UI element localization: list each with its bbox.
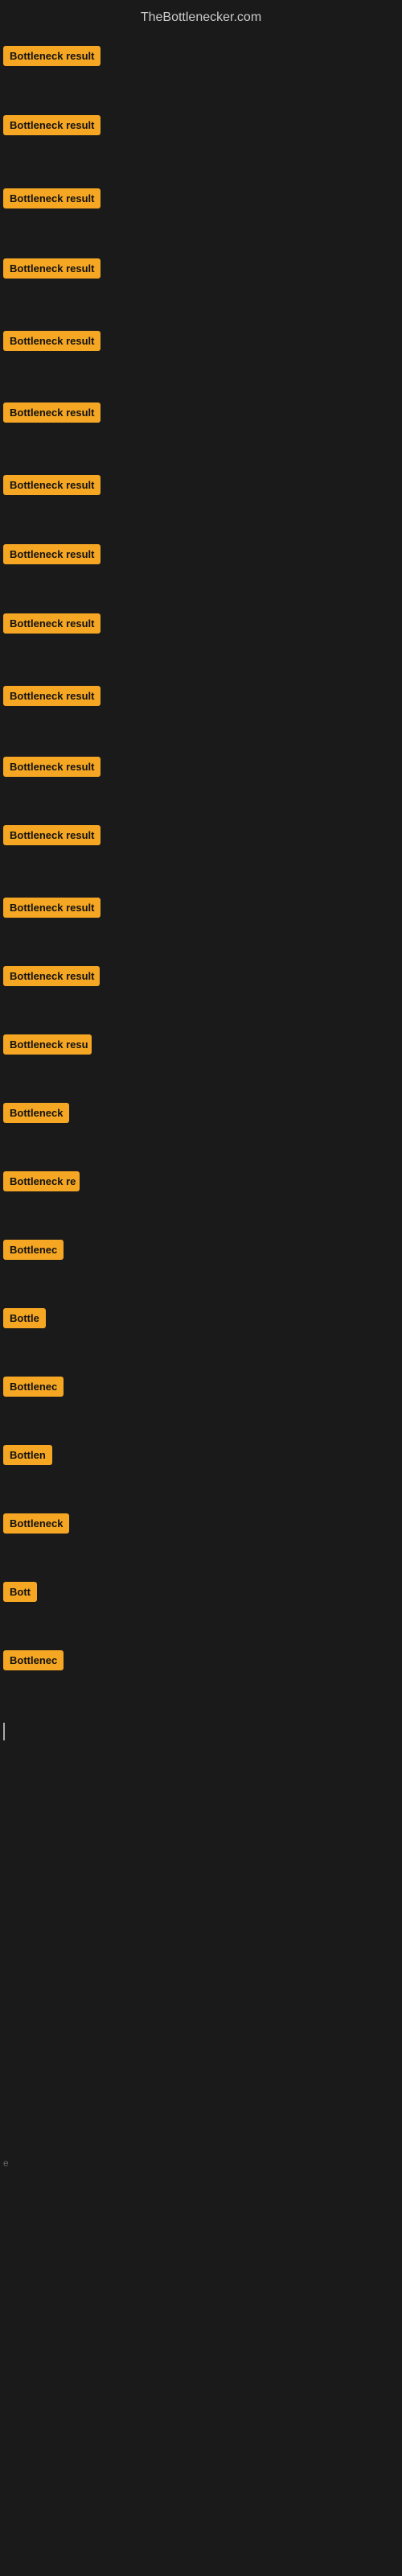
bottleneck-badge-row-8: Bottleneck result — [3, 544, 100, 568]
cursor-indicator — [3, 1723, 5, 1740]
bottleneck-badge-row-10: Bottleneck result — [3, 686, 100, 710]
bottleneck-badge-row-19: Bottle — [3, 1308, 46, 1332]
bottleneck-badge[interactable]: Bottleneck result — [3, 331, 100, 351]
bottom-character: e — [3, 2157, 9, 2169]
site-title: TheBottlenecker.com — [0, 4, 402, 31]
bottleneck-badge[interactable]: Bottleneck result — [3, 544, 100, 564]
bottleneck-badge[interactable]: Bottleneck — [3, 1513, 69, 1534]
bottleneck-badge-row-20: Bottlenec — [3, 1377, 64, 1401]
bottleneck-badge[interactable]: Bottleneck result — [3, 475, 100, 495]
bottleneck-badge-row-24: Bottlenec — [3, 1650, 64, 1674]
bottleneck-badge-row-3: Bottleneck result — [3, 188, 100, 213]
bottleneck-badge-row-13: Bottleneck result — [3, 898, 100, 922]
bottleneck-badge-row-23: Bott — [3, 1582, 37, 1606]
bottleneck-badge[interactable]: Bottleneck result — [3, 825, 100, 845]
bottleneck-badge-row-9: Bottleneck result — [3, 613, 100, 638]
bottleneck-badge[interactable]: Bottleneck — [3, 1103, 69, 1123]
bottleneck-badge[interactable]: Bottlen — [3, 1445, 52, 1465]
bottleneck-badge-row-15: Bottleneck resu — [3, 1034, 92, 1059]
bottleneck-badge[interactable]: Bottlenec — [3, 1650, 64, 1670]
bottleneck-badge-row-5: Bottleneck result — [3, 331, 100, 355]
bottleneck-badge[interactable]: Bottleneck result — [3, 757, 100, 777]
bottleneck-badge-row-1: Bottleneck result — [3, 46, 100, 70]
bottleneck-badge-row-11: Bottleneck result — [3, 757, 100, 781]
bottleneck-badge-row-16: Bottleneck — [3, 1103, 69, 1127]
bottleneck-badge[interactable]: Bottleneck result — [3, 966, 100, 986]
bottleneck-badge-row-21: Bottlen — [3, 1445, 52, 1469]
bottleneck-badge-row-22: Bottleneck — [3, 1513, 69, 1538]
bottleneck-badge-row-4: Bottleneck result — [3, 258, 100, 283]
bottleneck-badge[interactable]: Bottleneck re — [3, 1171, 80, 1191]
bottleneck-badge-row-12: Bottleneck result — [3, 825, 100, 849]
bottleneck-badge[interactable]: Bottleneck result — [3, 898, 100, 918]
bottleneck-badge-row-7: Bottleneck result — [3, 475, 100, 499]
bottleneck-badge-row-6: Bottleneck result — [3, 402, 100, 427]
bottleneck-badge[interactable]: Bottleneck result — [3, 115, 100, 135]
bottleneck-badge-row-17: Bottleneck re — [3, 1171, 80, 1195]
bottleneck-badge[interactable]: Bottleneck result — [3, 402, 100, 423]
bottleneck-badge[interactable]: Bottleneck result — [3, 686, 100, 706]
page-wrapper: TheBottlenecker.com Bottleneck result Bot… — [0, 0, 402, 2576]
bottleneck-badge[interactable]: Bottleneck result — [3, 258, 100, 279]
bottleneck-badge[interactable]: Bottlenec — [3, 1240, 64, 1260]
bottleneck-badge[interactable]: Bott — [3, 1582, 37, 1602]
bottleneck-badge[interactable]: Bottleneck result — [3, 613, 100, 634]
bottleneck-badge-row-18: Bottlenec — [3, 1240, 64, 1264]
bottleneck-badge-row-2: Bottleneck result — [3, 115, 100, 139]
bottleneck-badge[interactable]: Bottleneck resu — [3, 1034, 92, 1055]
bottleneck-badge[interactable]: Bottle — [3, 1308, 46, 1328]
bottleneck-badge[interactable]: Bottleneck result — [3, 46, 100, 66]
bottleneck-badge[interactable]: Bottlenec — [3, 1377, 64, 1397]
bottleneck-badge[interactable]: Bottleneck result — [3, 188, 100, 208]
bottleneck-badge-row-14: Bottleneck result — [3, 966, 100, 990]
